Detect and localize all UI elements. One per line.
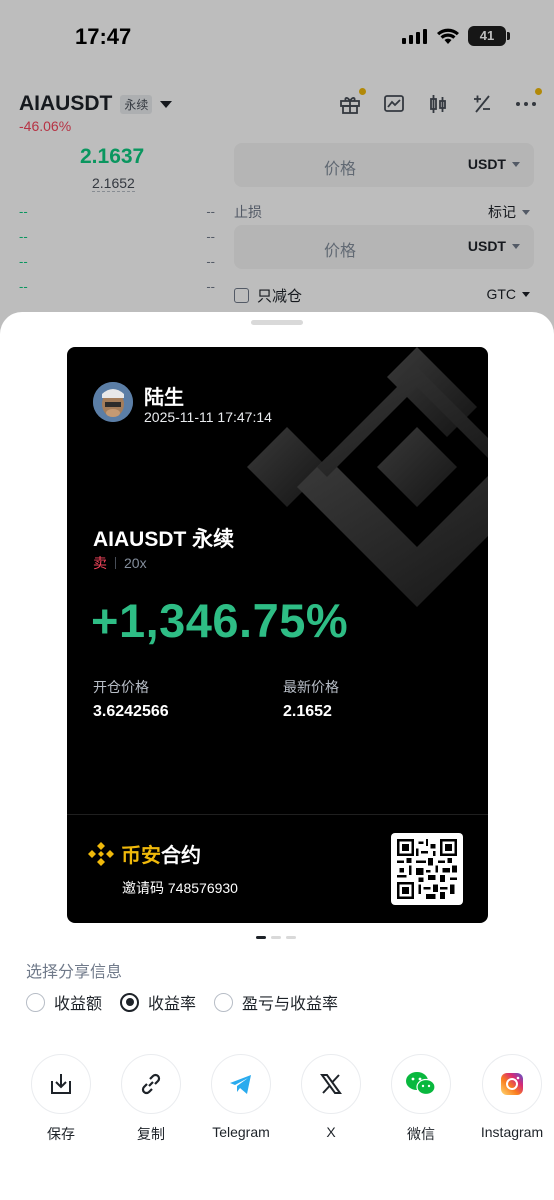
- radio-button-selected: [120, 992, 140, 1012]
- share-telegram-button[interactable]: Telegram: [201, 1054, 281, 1140]
- card-pager[interactable]: [256, 936, 296, 939]
- position-info: 卖 20x: [93, 553, 147, 573]
- brand-logo: 币安合约: [87, 839, 201, 868]
- radio-button: [26, 992, 45, 1012]
- download-icon: [31, 1054, 91, 1114]
- share-info-title: 选择分享信息: [26, 964, 123, 981]
- invite-code: 邀请码 748576930: [122, 880, 238, 896]
- pnl-share-card[interactable]: 陆生 2025-11-11 17:47:14 AIAUSDT 永续 卖 20x …: [67, 347, 488, 923]
- card-symbol: AIAUSDT 永续: [93, 528, 235, 551]
- card-footer: 币安合约 邀请码 748576930: [67, 814, 488, 923]
- share-x-button[interactable]: X: [291, 1054, 371, 1140]
- leverage: 20x: [124, 555, 147, 571]
- share-copy-link-button[interactable]: 复制: [111, 1054, 191, 1144]
- option-pnl-amount[interactable]: 收益额: [26, 990, 102, 1014]
- brand-name: 币安: [121, 845, 161, 867]
- share-wechat-button[interactable]: 微信: [381, 1054, 461, 1144]
- share-save-button[interactable]: 保存: [21, 1054, 101, 1144]
- share-info-options: 收益额 收益率 盈亏与收益率: [26, 990, 338, 1014]
- roi-value: +1,346.75%: [91, 594, 349, 647]
- sheet-handle[interactable]: [251, 320, 303, 325]
- wechat-icon: [391, 1054, 451, 1114]
- last-price-value: 2.1652: [283, 703, 332, 720]
- option-pnl-and-roi[interactable]: 盈亏与收益率: [214, 990, 338, 1014]
- position-side: 卖: [93, 555, 107, 571]
- last-price-label: 最新价格: [283, 679, 339, 695]
- share-instagram-button[interactable]: Instagram: [472, 1054, 552, 1140]
- avatar: [93, 382, 133, 422]
- instagram-icon: [482, 1054, 542, 1114]
- modal-overlay[interactable]: [0, 0, 554, 340]
- share-targets: 保存 复制 Telegram X 微信 Instagram: [0, 1054, 554, 1154]
- brand-suffix: 合约: [161, 845, 201, 867]
- binance-logo-icon: [88, 841, 114, 866]
- username: 陆生: [144, 387, 184, 409]
- qr-code: [391, 833, 463, 905]
- link-icon: [121, 1054, 181, 1114]
- radio-button: [214, 992, 234, 1012]
- option-roi[interactable]: 收益率: [120, 990, 196, 1014]
- share-datetime: 2025-11-11 17:47:14: [144, 409, 272, 425]
- telegram-icon: [211, 1054, 271, 1114]
- divider: [115, 557, 116, 569]
- share-sheet: 陆生 2025-11-11 17:47:14 AIAUSDT 永续 卖 20x …: [0, 312, 554, 1200]
- x-logo-icon: [301, 1054, 361, 1114]
- open-price-value: 3.6242566: [93, 703, 169, 720]
- open-price-label: 开仓价格: [93, 679, 149, 695]
